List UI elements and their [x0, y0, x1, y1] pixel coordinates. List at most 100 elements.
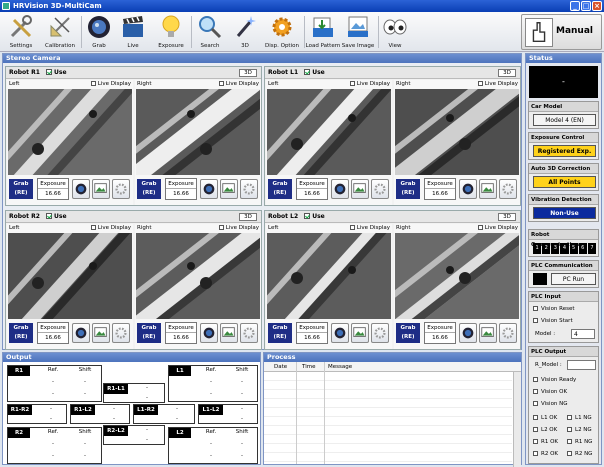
use-checkbox[interactable]	[46, 212, 53, 219]
grab-re-button[interactable]: Grab (RE)	[137, 179, 161, 199]
exposure-field[interactable]: Exposure 16.66	[296, 322, 328, 344]
robot-2-header: Robot L1 Use 3D	[265, 67, 520, 79]
camera-image[interactable]	[136, 89, 260, 175]
search-button[interactable]: Search	[195, 13, 225, 51]
3d-view-button[interactable]: 3D	[239, 69, 257, 77]
save-image-button[interactable]: Save Image	[341, 13, 375, 51]
exposure-field[interactable]: Exposure 16.66	[37, 322, 69, 344]
grab-lens-button[interactable]	[331, 323, 349, 343]
exposure-field[interactable]: Exposure 16.66	[165, 322, 197, 344]
mode-toggle[interactable]: Manual	[521, 14, 602, 50]
calibration-icon	[50, 17, 70, 37]
settings-gear-button[interactable]	[112, 323, 130, 343]
live-display-checkbox[interactable]: Live Display	[477, 80, 518, 89]
disp-option-button[interactable]: Disp. Option	[262, 13, 302, 51]
save-image-button[interactable]	[479, 323, 497, 343]
exposure-label: Exposure	[38, 179, 68, 189]
settings-gear-button[interactable]	[112, 179, 130, 199]
camera-image[interactable]	[8, 89, 132, 175]
camera-image[interactable]	[8, 233, 132, 319]
minimize-button[interactable]: _	[570, 1, 580, 11]
model-field[interactable]: 4	[571, 329, 595, 339]
value-cell: -	[84, 453, 86, 459]
settings-gear-button[interactable]	[499, 323, 517, 343]
process-log[interactable]: Date Time Message	[264, 362, 521, 467]
live-display-checkbox[interactable]: Live Display	[349, 80, 390, 89]
maximize-button[interactable]: □	[581, 1, 591, 11]
vision-reset-check[interactable]: Vision Reset	[533, 304, 575, 314]
grab-re-button[interactable]: Grab (RE)	[268, 323, 292, 343]
gear-icon	[115, 183, 127, 195]
save-image-button[interactable]	[92, 323, 110, 343]
camera-header: Left Live Display	[266, 80, 392, 89]
vision-start-check[interactable]: Vision Start	[533, 316, 573, 326]
3d-view-button[interactable]: 3D	[239, 213, 257, 221]
exposure-field[interactable]: Exposure 16.66	[424, 178, 456, 200]
use-checkbox[interactable]	[46, 68, 53, 75]
settings-gear-button[interactable]	[371, 179, 389, 199]
settings-gear-button[interactable]	[240, 323, 258, 343]
settings-gear-button[interactable]	[371, 323, 389, 343]
save-image-button[interactable]	[92, 179, 110, 199]
grab-re-button[interactable]: Grab (RE)	[268, 179, 292, 199]
image-save-icon	[481, 183, 494, 193]
camera-lens-icon	[462, 183, 474, 195]
process-scrollbar[interactable]	[513, 372, 521, 467]
save-image-button[interactable]	[351, 323, 369, 343]
save-image-button[interactable]	[351, 179, 369, 199]
grab-re-button[interactable]: Grab (RE)	[396, 323, 420, 343]
live-display-checkbox[interactable]: Live Display	[218, 224, 259, 233]
camera-image[interactable]	[395, 89, 519, 175]
grab-button[interactable]: Grab	[84, 13, 114, 51]
camera-controls: Grab (RE) Exposure 16.66	[266, 320, 392, 348]
grab-re-button[interactable]: Grab (RE)	[396, 179, 420, 199]
calibration-button[interactable]: Calibration	[42, 13, 78, 51]
grab-re-button[interactable]: Grab (RE)	[9, 323, 33, 343]
live-display-checkbox[interactable]: Live Display	[349, 224, 390, 233]
settings-gear-button[interactable]	[499, 179, 517, 199]
grab-lens-button[interactable]	[72, 179, 90, 199]
save-image-button[interactable]	[479, 179, 497, 199]
image-save-icon	[222, 183, 235, 193]
grab-re-button[interactable]: Grab (RE)	[9, 179, 33, 199]
live-button[interactable]: Live	[118, 13, 148, 51]
grab-lens-button[interactable]	[72, 323, 90, 343]
settings-button[interactable]: Settings	[4, 13, 38, 51]
camera-image[interactable]	[136, 233, 260, 319]
camera-image[interactable]	[267, 233, 391, 319]
live-display-checkbox[interactable]: Live Display	[90, 224, 131, 233]
value-cell: -	[52, 453, 54, 459]
camera-controls: Grab (RE) Exposure 16.66	[135, 176, 261, 204]
use-checkbox[interactable]	[304, 212, 311, 219]
save-image-button[interactable]	[220, 179, 238, 199]
view-button[interactable]: View	[381, 13, 409, 51]
use-checkbox[interactable]	[304, 68, 311, 75]
grab-lens-button[interactable]	[200, 323, 218, 343]
live-display-checkbox[interactable]: Live Display	[477, 224, 518, 233]
exposure-button[interactable]: Exposure	[154, 13, 188, 51]
3d-view-button[interactable]: 3D	[498, 213, 516, 221]
exposure-field[interactable]: Exposure 16.66	[165, 178, 197, 200]
status-panel: Status - Car Model Model 4 (EN) Exposure…	[525, 53, 602, 465]
3d-view-button[interactable]: 3D	[498, 69, 516, 77]
live-display-checkbox[interactable]: Live Display	[90, 80, 131, 89]
close-button[interactable]: ×	[592, 1, 602, 11]
camera-lens-icon	[203, 183, 215, 195]
grab-lens-button[interactable]	[200, 179, 218, 199]
grab-lens-button[interactable]	[459, 179, 477, 199]
grab-lens-button[interactable]	[459, 323, 477, 343]
camera-image[interactable]	[395, 233, 519, 319]
camera-controls: Grab (RE) Exposure 16.66	[7, 320, 133, 348]
exposure-field[interactable]: Exposure 16.66	[424, 322, 456, 344]
exposure-field[interactable]: Exposure 16.66	[37, 178, 69, 200]
live-display-checkbox[interactable]: Live Display	[218, 80, 259, 89]
camera-image[interactable]	[267, 89, 391, 175]
3d-button[interactable]: 3D	[230, 13, 260, 51]
save-image-button[interactable]	[220, 323, 238, 343]
exposure-field[interactable]: Exposure 16.66	[296, 178, 328, 200]
grab-lens-button[interactable]	[331, 179, 349, 199]
settings-gear-button[interactable]	[240, 179, 258, 199]
app-icon	[2, 2, 10, 10]
load-pattern-button[interactable]: Load Pattern	[305, 13, 341, 51]
grab-re-button[interactable]: Grab (RE)	[137, 323, 161, 343]
